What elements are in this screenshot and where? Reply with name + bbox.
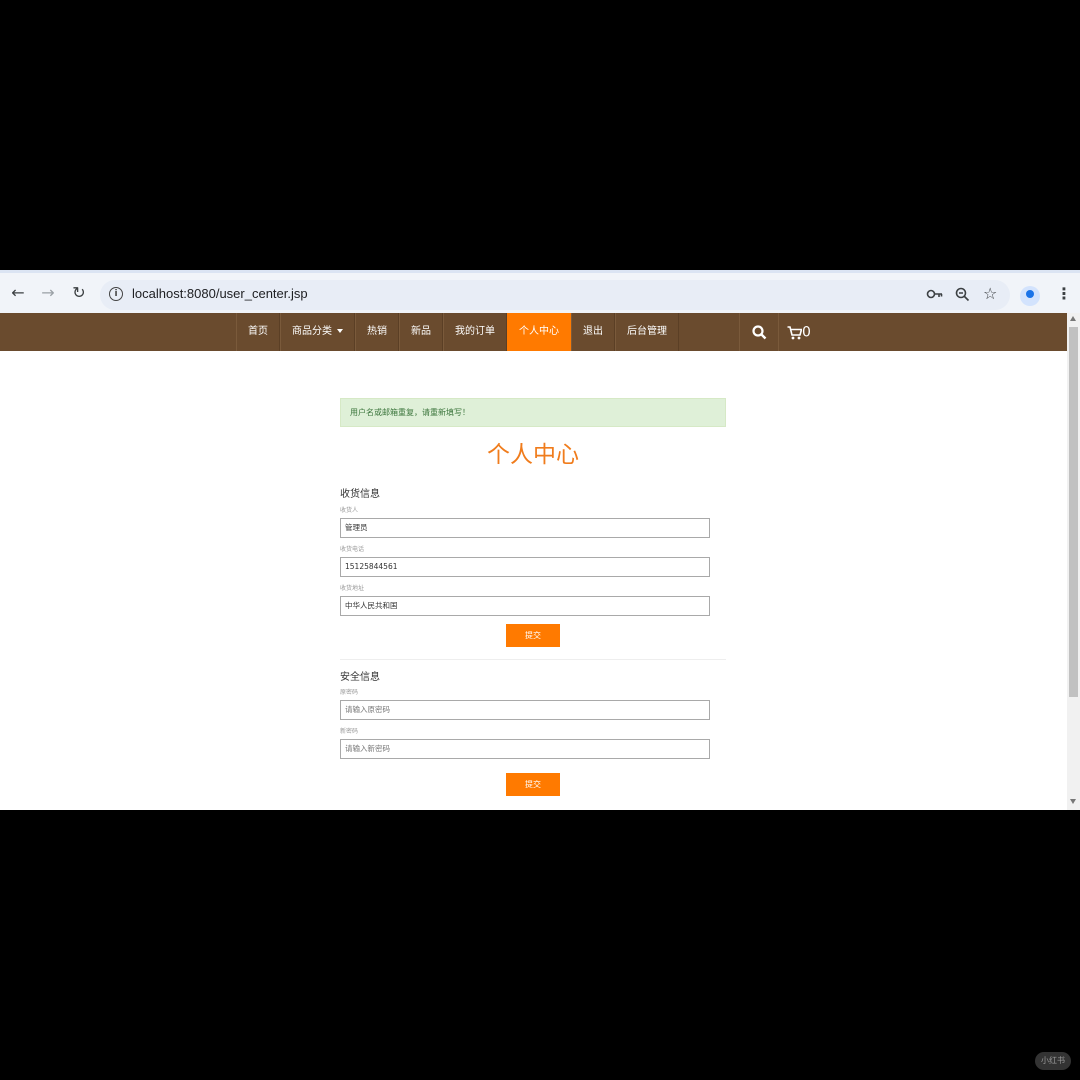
old-password-label: 原密码: [340, 689, 359, 696]
address-field[interactable]: 中华人民共和国: [340, 596, 710, 616]
star-icon[interactable]: ☆: [983, 284, 997, 303]
nav-item-orders[interactable]: 我的订单: [443, 313, 507, 351]
recipient-field[interactable]: 管理员: [340, 518, 710, 538]
phone-label: 收货电话: [340, 546, 365, 553]
nav-right: 0: [739, 313, 819, 351]
watermark: 小红书: [1035, 1052, 1071, 1070]
nav-item-user-center[interactable]: 个人中心: [507, 313, 571, 351]
zoom-icon[interactable]: [955, 287, 970, 306]
browser-window: ← → ↻ i localhost:8080/user_center.jsp ☆…: [0, 270, 1080, 810]
security-section-title: 安全信息: [340, 672, 380, 683]
reload-icon[interactable]: ↻: [69, 283, 89, 303]
key-icon[interactable]: [926, 287, 944, 305]
security-submit-button[interactable]: 提交: [506, 773, 560, 796]
nav-item-logout[interactable]: 退出: [571, 313, 615, 351]
profile-icon[interactable]: [1020, 286, 1040, 306]
search-icon[interactable]: [739, 313, 778, 351]
shipping-submit-button[interactable]: 提交: [506, 624, 560, 647]
address-bar[interactable]: i localhost:8080/user_center.jsp ☆: [100, 280, 1010, 310]
scroll-down-arrow-icon[interactable]: [1070, 799, 1076, 804]
site-navbar: 首页 商品分类 热销 新品 我的订单 个人中心 退出 后台管理 0: [0, 313, 1067, 351]
caret-down-icon: [337, 329, 343, 333]
old-password-field[interactable]: 请输入原密码: [340, 700, 710, 720]
cart-count: 0: [802, 324, 811, 341]
divider: [340, 659, 726, 660]
page-title: 个人中心: [487, 442, 579, 468]
nav-item-admin[interactable]: 后台管理: [615, 313, 679, 351]
shipping-section-title: 收货信息: [340, 489, 380, 500]
nav-item-label: 商品分类: [292, 326, 332, 337]
alert-message: 用户名或邮箱重复，请重新填写！: [340, 398, 726, 427]
nav-item-home[interactable]: 首页: [236, 313, 280, 351]
scroll-up-arrow-icon[interactable]: [1070, 316, 1076, 321]
back-arrow-icon[interactable]: ←: [8, 283, 28, 303]
recipient-label: 收货人: [340, 507, 359, 514]
menu-icon[interactable]: ⋮: [1056, 284, 1072, 304]
nav-item-hot[interactable]: 热销: [355, 313, 399, 351]
nav-item-categories[interactable]: 商品分类: [280, 313, 355, 351]
phone-field[interactable]: 15125844561: [340, 557, 710, 577]
address-label: 收货地址: [340, 585, 365, 592]
forward-arrow-icon[interactable]: →: [38, 283, 58, 303]
new-password-label: 新密码: [340, 728, 359, 735]
nav-item-new[interactable]: 新品: [399, 313, 443, 351]
new-password-field[interactable]: 请输入新密码: [340, 739, 710, 759]
cart-icon: [787, 325, 803, 339]
scrollbar-thumb[interactable]: [1069, 327, 1078, 697]
scrollbar[interactable]: [1067, 313, 1080, 810]
info-icon[interactable]: i: [109, 287, 123, 301]
cart-button[interactable]: 0: [778, 313, 819, 351]
nav-menu: 首页 商品分类 热销 新品 我的订单 个人中心 退出 后台管理: [236, 313, 679, 351]
browser-toolbar: ← → ↻ i localhost:8080/user_center.jsp ☆…: [0, 270, 1080, 313]
url-text[interactable]: localhost:8080/user_center.jsp: [132, 286, 308, 301]
